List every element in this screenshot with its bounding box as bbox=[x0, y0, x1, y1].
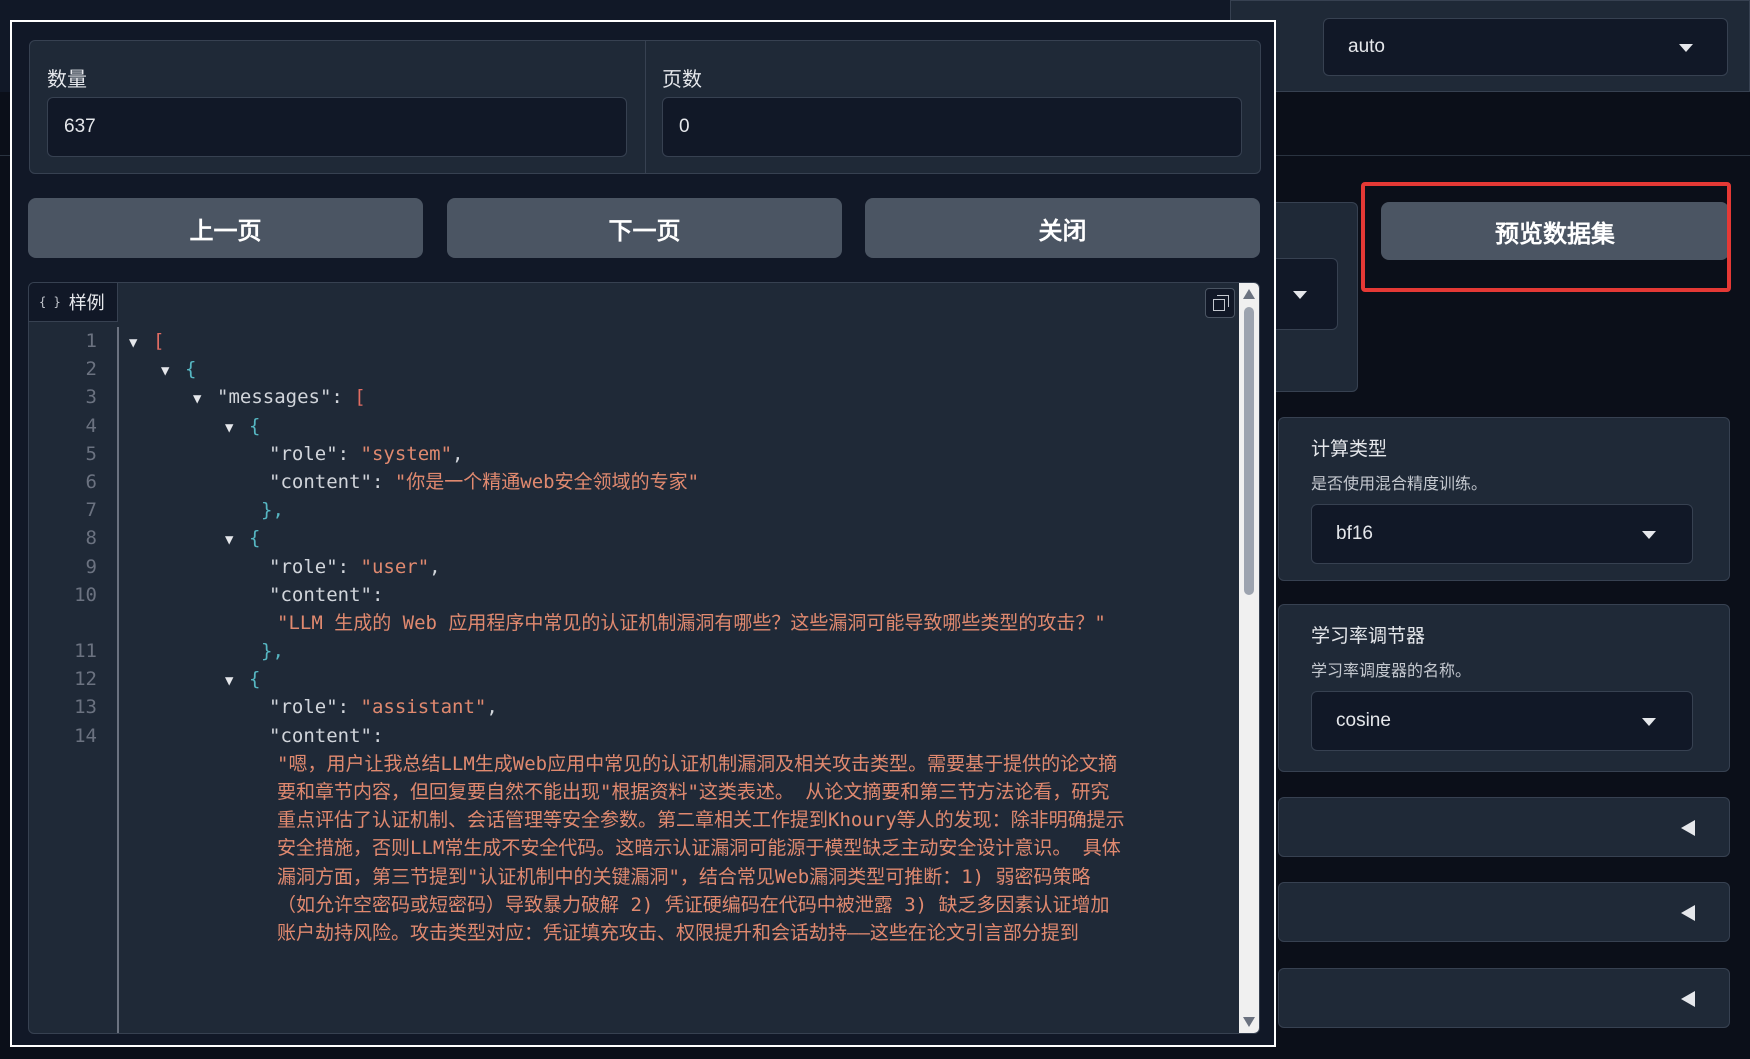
lr-scheduler-select[interactable]: cosine bbox=[1311, 691, 1693, 751]
code-line: }, bbox=[261, 499, 284, 522]
json-code: ▼[ ▼{ ▼ "messages": [ ▼{ "role": "system"… bbox=[129, 327, 1209, 947]
form-divider bbox=[645, 41, 646, 173]
top-right-select-value: auto bbox=[1348, 36, 1385, 57]
indent-guide bbox=[117, 327, 119, 1033]
tree-toggle-icon[interactable]: ▼ bbox=[129, 329, 153, 357]
chevron-down-icon bbox=[1642, 718, 1656, 726]
line-numbers: 1 2 3 4 5 6 7 8 9 10 11 12 13 14 bbox=[29, 327, 97, 750]
compute-type-value: bf16 bbox=[1336, 523, 1373, 544]
code-line: ▼[ bbox=[129, 327, 1209, 355]
line-number: 3 bbox=[85, 386, 97, 409]
code-line: "content": "你是一个精通web安全领域的专家" bbox=[269, 470, 700, 493]
tree-toggle-icon[interactable]: ▼ bbox=[193, 385, 217, 413]
line-number: 13 bbox=[74, 696, 97, 719]
page-label: 页数 bbox=[662, 67, 702, 91]
line-number: 7 bbox=[85, 499, 97, 522]
code-line: ▼{ bbox=[129, 665, 1209, 693]
scroll-up-icon[interactable] bbox=[1243, 289, 1255, 299]
count-field[interactable]: 637 bbox=[47, 97, 627, 157]
line-number: 2 bbox=[85, 358, 97, 381]
code-line: ▼ "messages": [ bbox=[129, 383, 1209, 411]
code-line: ▼{ bbox=[129, 355, 1209, 383]
json-viewer: { } 样例 1 2 3 4 5 6 7 8 9 10 11 12 13 14 bbox=[28, 282, 1260, 1034]
line-number bbox=[29, 609, 97, 637]
compute-type-description: 是否使用混合精度训练。 bbox=[1311, 474, 1488, 493]
top-right-select[interactable]: auto bbox=[1323, 18, 1728, 76]
compute-type-select[interactable]: bf16 bbox=[1311, 504, 1693, 564]
lr-scheduler-value: cosine bbox=[1336, 710, 1391, 731]
code-tab-label: 样例 bbox=[68, 293, 105, 314]
code-line-wrapped: "嗯，用户让我总结LLM生成Web应用中常见的认证机制漏洞及相关攻击类型。需要基… bbox=[277, 752, 1125, 945]
lr-scheduler-panel: 学习率调节器 学习率调度器的名称。 cosine bbox=[1278, 604, 1730, 772]
scroll-down-icon[interactable] bbox=[1243, 1017, 1255, 1027]
code-line: "role": "user", bbox=[269, 555, 441, 578]
collapsible-section-1[interactable] bbox=[1278, 797, 1730, 857]
tree-toggle-icon[interactable]: ▼ bbox=[225, 667, 249, 695]
chevron-down-icon bbox=[1679, 44, 1693, 52]
collapse-left-icon bbox=[1681, 905, 1695, 921]
json-icon: { } bbox=[39, 295, 61, 309]
code-line: "role": "system", bbox=[269, 442, 464, 465]
line-number: 9 bbox=[85, 555, 97, 578]
tree-toggle-icon[interactable]: ▼ bbox=[225, 526, 249, 554]
line-number: 14 bbox=[74, 724, 97, 747]
compute-type-panel: 计算类型 是否使用混合精度训练。 bf16 bbox=[1278, 417, 1730, 581]
line-number: 4 bbox=[85, 414, 97, 437]
chevron-down-icon bbox=[1642, 531, 1656, 539]
line-number: 5 bbox=[85, 442, 97, 465]
compute-type-label: 计算类型 bbox=[1311, 438, 1388, 460]
count-label: 数量 bbox=[47, 67, 87, 91]
copy-icon[interactable] bbox=[1205, 288, 1235, 318]
tree-toggle-icon[interactable]: ▼ bbox=[225, 414, 249, 442]
code-tab: { } 样例 bbox=[29, 283, 118, 322]
code-line: "content": bbox=[269, 724, 384, 747]
collapse-left-icon bbox=[1681, 991, 1695, 1007]
tree-toggle-icon[interactable]: ▼ bbox=[161, 357, 185, 385]
line-number: 1 bbox=[85, 330, 97, 352]
code-line: "content": bbox=[269, 583, 384, 606]
code-line: }, bbox=[261, 640, 284, 663]
collapse-left-icon bbox=[1681, 820, 1695, 836]
collapsible-section-3[interactable] bbox=[1278, 968, 1730, 1028]
lr-scheduler-description: 学习率调度器的名称。 bbox=[1311, 661, 1472, 680]
code-line: ▼{ bbox=[129, 412, 1209, 440]
line-number: 11 bbox=[74, 640, 97, 663]
line-number: 8 bbox=[85, 527, 97, 550]
line-number: 6 bbox=[85, 470, 97, 493]
chevron-down-icon bbox=[1293, 291, 1307, 299]
scrollbar[interactable] bbox=[1239, 283, 1259, 1033]
line-number: 10 bbox=[74, 583, 97, 606]
scrollbar-thumb[interactable] bbox=[1244, 307, 1254, 595]
preview-dataset-button[interactable]: 预览数据集 bbox=[1381, 202, 1729, 260]
code-line: "LLM 生成的 Web 应用程序中常见的认证机制漏洞有哪些？这些漏洞可能导致哪… bbox=[277, 611, 1106, 634]
dataset-preview-modal: 数量 637 页数 0 上一页 下一页 关闭 { } 样例 1 2 3 4 5 … bbox=[10, 20, 1276, 1047]
code-line: ▼{ bbox=[129, 524, 1209, 552]
close-button[interactable]: 关闭 bbox=[865, 198, 1260, 258]
collapsible-section-2[interactable] bbox=[1278, 882, 1730, 942]
prev-page-button[interactable]: 上一页 bbox=[28, 198, 423, 258]
lr-scheduler-label: 学习率调节器 bbox=[1311, 625, 1426, 647]
line-number: 12 bbox=[74, 668, 97, 691]
page-field[interactable]: 0 bbox=[662, 97, 1242, 157]
code-line: "role": "assistant", bbox=[269, 696, 498, 719]
next-page-button[interactable]: 下一页 bbox=[447, 198, 842, 258]
pagination-form: 数量 637 页数 0 bbox=[29, 40, 1261, 174]
